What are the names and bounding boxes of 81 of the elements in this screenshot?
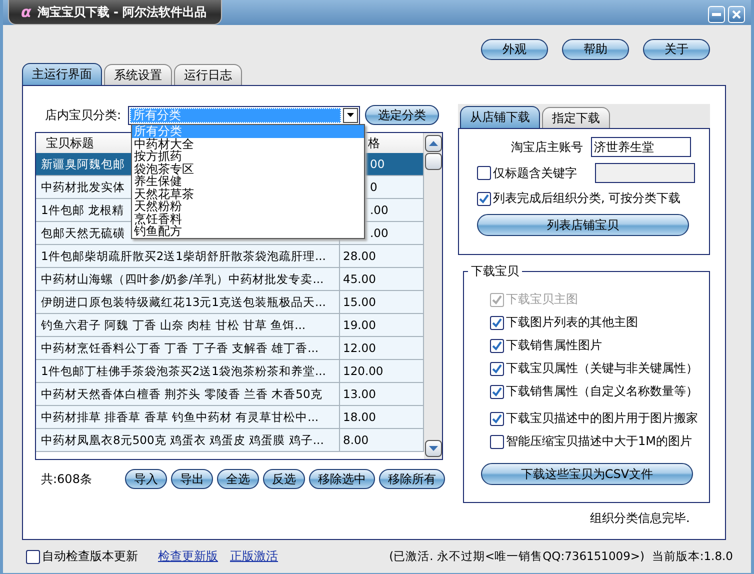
- checkbox[interactable]: [490, 362, 504, 376]
- checkbox-label: 列表完成后组织分类, 可按分类下载: [493, 190, 681, 207]
- checkbox-label: 下载宝贝属性（关键与非关键属性）: [506, 360, 698, 377]
- scroll-up-icon[interactable]: [424, 135, 442, 152]
- download-csv-button[interactable]: 下载这些宝贝为CSV文件: [481, 463, 693, 485]
- dropdown-item[interactable]: 养生保健: [132, 175, 364, 188]
- scrollbar[interactable]: [424, 133, 442, 459]
- activate-link[interactable]: 正版激活: [230, 548, 278, 565]
- checkbox-label: 下载销售属性图片: [506, 337, 602, 354]
- table-row[interactable]: 中药材烹饪香料公丁香 丁香 丁子香 支解香 雄丁香... 12.00: [36, 337, 424, 360]
- table-cell: 钓鱼六君子 阿魏 丁香 山奈 肉桂 甘松 甘草 鱼饵...: [36, 314, 340, 336]
- dropdown-item[interactable]: 中药材大全: [132, 138, 364, 150]
- checkbox-label: 下载图片列表的其他主图: [506, 314, 638, 331]
- select-category-button[interactable]: 选定分类: [365, 105, 440, 125]
- checkbox-label: 下载销售属性（自定义名称数量等）: [506, 383, 698, 400]
- scroll-down-icon[interactable]: [424, 440, 442, 457]
- table-cell: 中药材山海螺（四叶参/奶参/羊乳）中药材批发专卖...: [36, 268, 340, 290]
- checkbox-label: 仅标题含关键字: [493, 164, 577, 182]
- checkbox-label: 智能压缩宝贝描述中大于1M的图片: [506, 433, 692, 450]
- close-button[interactable]: [728, 6, 745, 23]
- status-text: 组织分类信息完毕.: [590, 510, 691, 527]
- table-cell: 1件包邮柴胡疏肝散买2送1柴胡舒肝散茶袋泡疏肝理...: [36, 245, 340, 267]
- group-title: 下载宝贝: [470, 263, 520, 280]
- list-action-button[interactable]: 全选: [217, 469, 259, 489]
- table-row[interactable]: 钓鱼六君子 阿魏 丁香 山奈 肉桂 甘松 甘草 鱼饵... 19.00: [36, 314, 424, 337]
- list-action-button[interactable]: 移除所有: [379, 469, 445, 489]
- dropdown-item[interactable]: 烹饪香料: [132, 212, 364, 225]
- tab[interactable]: 系统设置: [104, 64, 172, 85]
- dropdown-item[interactable]: 钓鱼配方: [132, 225, 364, 238]
- table-row[interactable]: 中药材山海螺（四叶参/奶参/羊乳）中药材批发专卖... 45.00: [36, 268, 424, 291]
- checkbox-label: 自动检查版本更新: [42, 548, 138, 565]
- table-row[interactable]: 中药材天然香体白檀香 荆芥头 零陵香 兰香 木香50克 13.00: [36, 383, 424, 406]
- toolbar-button[interactable]: 帮助: [562, 39, 629, 60]
- dropdown-item[interactable]: 天然粉粉: [132, 200, 364, 212]
- tab[interactable]: 运行日志: [174, 64, 242, 85]
- category-label: 店内宝贝分类:: [44, 106, 122, 124]
- dropdown-item[interactable]: 按方抓药: [132, 150, 364, 162]
- table-cell: 中药材凤凰衣8元500克 鸡蛋衣 鸡蛋皮 鸡蛋膜 鸡子...: [36, 429, 340, 451]
- list-action-button[interactable]: 导出: [171, 469, 213, 489]
- logo: α: [21, 3, 32, 21]
- table-cell: 1件包邮丁桂佛手茶袋泡茶买2送1袋泡茶粉茶和养堂...: [36, 360, 340, 382]
- list-action-button[interactable]: 移除选中: [309, 469, 375, 489]
- keyword-field[interactable]: [595, 163, 695, 183]
- check-update-link[interactable]: 检查更新版: [158, 548, 218, 565]
- checkbox[interactable]: [26, 550, 40, 564]
- checkbox-label: 下载宝贝主图: [506, 291, 578, 308]
- toolbar-button[interactable]: 关于: [643, 39, 710, 60]
- tab[interactable]: 指定下载: [542, 107, 610, 128]
- table-cell: 中药材烹饪香料公丁香 丁香 丁子香 支解香 雄丁香...: [36, 337, 340, 359]
- table-row[interactable]: 1件包邮丁桂佛手茶袋泡茶买2送1袋泡茶粉茶和养堂... 120.00: [36, 360, 424, 383]
- table-row[interactable]: 伊朗进口原包装特级藏红花13元1克送包装瓶极品天... 15.00: [36, 291, 424, 314]
- checkbox[interactable]: [490, 384, 504, 398]
- version-info: (已激活. 永不过期<唯一销售QQ:736151009>) 当前版本:1.8.0: [389, 549, 733, 564]
- close-icon[interactable]: [732, 10, 741, 19]
- item-count: 共:608条: [40, 470, 93, 488]
- tab[interactable]: 主运行界面: [22, 63, 102, 85]
- list-shop-button[interactable]: 列表店铺宝贝: [477, 214, 689, 236]
- checkbox[interactable]: [477, 192, 491, 206]
- dropdown-item[interactable]: 天然花草茶: [132, 188, 364, 200]
- toolbar-button[interactable]: 外观: [481, 39, 548, 60]
- scroll-thumb[interactable]: [424, 153, 442, 170]
- checkbox-label: 下载宝贝描述中的图片用于图片搬家: [506, 410, 698, 427]
- checkbox[interactable]: [490, 338, 504, 352]
- list-action-button[interactable]: 导入: [125, 469, 167, 489]
- checkbox[interactable]: [490, 316, 504, 330]
- checkbox[interactable]: [490, 412, 504, 426]
- table-cell: 中药材天然香体白檀香 荆芥头 零陵香 兰香 木香50克: [36, 383, 340, 405]
- table-cell: 伊朗进口原包装特级藏红花13元1克送包装瓶极品天...: [36, 291, 340, 313]
- table-row[interactable]: 中药材排草 排香草 香草 钓鱼中药材 有灵草甘松中... 18.00: [36, 406, 424, 429]
- window-title: 淘宝宝贝下载 - 阿尔法软件出品: [37, 4, 207, 20]
- tab[interactable]: 从店铺下载: [460, 106, 540, 128]
- table-row[interactable]: 1件包邮柴胡疏肝散买2送1柴胡舒肝散茶袋泡疏肝理... 28.00: [36, 245, 424, 268]
- dropdown-item[interactable]: 袋泡茶专区: [132, 162, 364, 175]
- list-action-button[interactable]: 反选: [263, 469, 305, 489]
- table-cell: 中药材排草 排香草 香草 钓鱼中药材 有灵草甘松中...: [36, 406, 340, 428]
- checkbox[interactable]: [490, 434, 504, 448]
- checkbox[interactable]: [477, 166, 491, 180]
- account-label: 淘宝店主账号: [511, 138, 583, 156]
- minimize-button[interactable]: [708, 6, 725, 23]
- table-row[interactable]: 中药材凤凰衣8元500克 鸡蛋衣 鸡蛋皮 鸡蛋膜 鸡子... 8.00: [36, 429, 424, 452]
- account-field[interactable]: 济世养生堂: [591, 137, 691, 157]
